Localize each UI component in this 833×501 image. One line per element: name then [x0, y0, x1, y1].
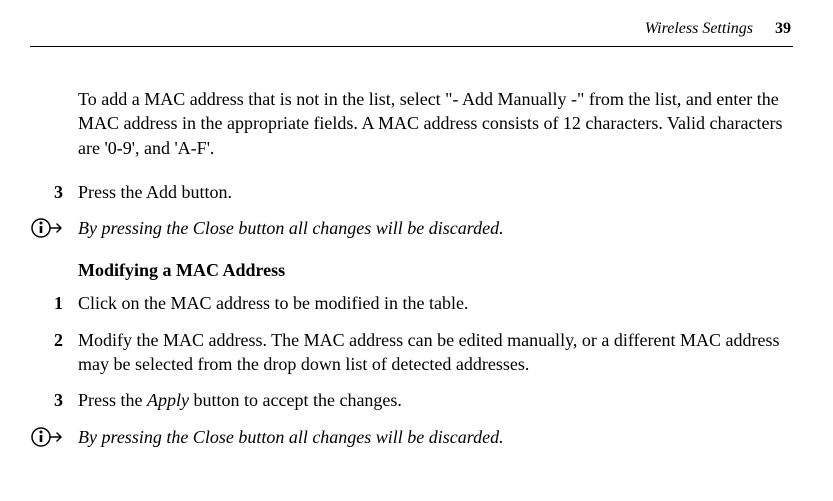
add-step-3: 3 Press the Add button. [78, 180, 793, 204]
step-number: 3 [54, 388, 78, 412]
info-note-row-1: By pressing the Close button all changes… [78, 216, 793, 240]
modify-step-3: 3 Press the Apply button to accept the c… [78, 388, 793, 412]
page-header: Wireless Settings 39 [30, 20, 793, 38]
page-number: 39 [775, 20, 791, 37]
modify-step-2: 2 Modify the MAC address. The MAC addres… [78, 328, 793, 377]
info-note-text: By pressing the Close button all changes… [66, 425, 504, 449]
section-heading-modifying: Modifying a MAC Address [78, 260, 793, 281]
step-text: Modify the MAC address. The MAC address … [78, 328, 793, 377]
step-number: 3 [54, 180, 78, 204]
step-text: Press the Add button. [78, 180, 793, 204]
step-number: 2 [54, 328, 78, 377]
info-note-row-2: By pressing the Close button all changes… [78, 425, 793, 449]
step3-suffix: button to accept the changes. [189, 390, 402, 410]
intro-paragraph: To add a MAC address that is not in the … [78, 87, 793, 160]
modify-step-1: 1 Click on the MAC address to be modifie… [78, 291, 793, 315]
step-text: Click on the MAC address to be modified … [78, 291, 793, 315]
apply-word: Apply [147, 390, 189, 410]
info-note-text: By pressing the Close button all changes… [66, 216, 504, 240]
info-icon [30, 426, 66, 448]
step3-prefix: Press the [78, 390, 147, 410]
step-number: 1 [54, 291, 78, 315]
header-title: Wireless Settings [645, 20, 753, 37]
info-icon [30, 217, 66, 239]
page-content: To add a MAC address that is not in the … [30, 87, 793, 449]
step-text: Press the Apply button to accept the cha… [78, 388, 793, 412]
header-divider [30, 46, 793, 47]
